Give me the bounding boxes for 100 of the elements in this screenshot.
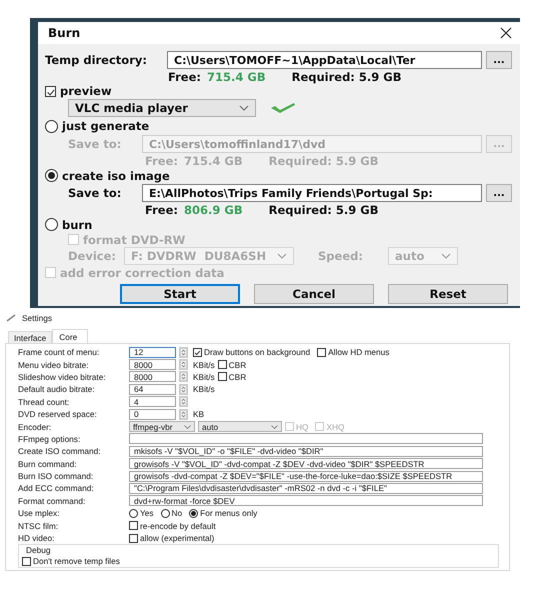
caret-icon <box>271 424 278 429</box>
checkbox[interactable] <box>317 348 326 357</box>
dropdown[interactable]: ffmpeg-vbr <box>129 421 195 432</box>
command-field[interactable]: "C:\Program Files\dvdisaster\dvdisaster" -mRS02 -n dvd -c -i "$FILE" <box>129 482 483 494</box>
group-title: Debug <box>26 545 50 556</box>
spinner-icon[interactable] <box>179 346 188 358</box>
radio-button[interactable] <box>189 508 198 518</box>
checkbox[interactable] <box>193 348 202 357</box>
free-space: 715.4 GB <box>207 70 266 84</box>
setting-label: Thread count: <box>18 396 70 407</box>
caret-icon <box>277 253 287 259</box>
spinner-icon[interactable] <box>179 371 188 382</box>
unit-label: KB <box>193 409 204 420</box>
option-label: For menus only <box>200 508 258 518</box>
option-label: create iso image <box>62 168 170 182</box>
setting-label: Menu video bitrate: <box>18 360 90 370</box>
setting-label: Create ISO command: <box>18 446 102 456</box>
caret-icon <box>441 253 451 259</box>
checkbox-label: Don't remove temp files <box>33 556 120 566</box>
path-field[interactable]: C:\Users\TOMOFF~1\AppData\Local\Ter <box>167 51 482 69</box>
radio-button[interactable] <box>45 169 58 182</box>
required-space: Required: 5.9 GB <box>268 154 378 168</box>
number-field[interactable]: 0 <box>129 408 176 420</box>
browse-button[interactable]: ... <box>486 51 512 69</box>
setting-label: Slideshow video bitrate: <box>18 372 107 382</box>
setting-label: Default audio bitrate: <box>18 384 96 394</box>
speed-label: Speed: <box>318 249 364 263</box>
free-label: Free: <box>145 203 178 217</box>
dialog-button[interactable]: Reset <box>388 284 508 304</box>
setting-label: FFmpeg options: <box>18 434 82 444</box>
checkbox-label: add error correction data <box>60 266 224 280</box>
spinner-icon[interactable] <box>179 384 188 395</box>
setting-label: DVD reserved space: <box>18 409 98 420</box>
spinner-icon[interactable] <box>179 396 188 408</box>
radio-button[interactable] <box>129 508 138 518</box>
option-label: No <box>172 508 182 518</box>
setting-label: Burn ISO command: <box>18 471 94 482</box>
player-dropdown[interactable]: VLC media player <box>68 99 256 117</box>
checkbox-label: XHQ <box>326 422 344 432</box>
temp-directory-label: Temp directory: <box>45 53 148 67</box>
free-space: 806.9 GB <box>184 203 243 217</box>
checkbox[interactable] <box>218 372 227 382</box>
window-title: Settings <box>22 313 52 323</box>
free-label: Free: <box>145 154 178 168</box>
save-to-label: Save to: <box>68 137 122 151</box>
number-field[interactable]: 12 <box>129 346 176 358</box>
setting-label: Use mplex: <box>18 508 60 518</box>
checkbox[interactable] <box>45 86 56 96</box>
command-field[interactable]: growisofs -V "$VOL_ID" -dvd-compat -Z $DEV -dvd-video "$DIR" $SPEEDSTR <box>129 458 483 470</box>
free-label: Free: <box>168 70 201 84</box>
setting-label: NTSC film: <box>18 520 60 531</box>
setting-label: Encoder: <box>18 422 52 432</box>
setting-label: Burn command: <box>18 458 78 469</box>
dialog-button[interactable]: Start <box>120 284 240 304</box>
path-field[interactable]: E:\AllPhotos\Trips Family Friends\Portugal Sp: <box>142 184 482 202</box>
free-space: 715.4 GB <box>184 154 243 168</box>
checkbox-label: allow (experimental) <box>140 533 214 544</box>
setting-label: Add ECC command: <box>18 483 95 494</box>
spinner-icon[interactable] <box>179 408 188 420</box>
number-field[interactable]: 64 <box>129 384 176 395</box>
checkbox-label: HQ <box>296 422 308 432</box>
checkbox-label: preview <box>60 84 112 98</box>
save-to-label: Save to: <box>68 186 122 200</box>
close-icon[interactable] <box>500 27 512 39</box>
required-space: Required: 5.9 GB <box>268 203 378 217</box>
command-field[interactable]: growisofs -dvd-compat -Z $DEV="$FILE" -use-the-force-luke=dao:$SIZE $SPEEDSTR <box>129 470 483 482</box>
checkbox-label: Allow HD menus <box>328 347 390 358</box>
spinner-icon[interactable] <box>179 359 188 370</box>
device-label: Device: <box>68 249 117 263</box>
command-field[interactable] <box>129 433 483 444</box>
window-title: Burn <box>48 26 80 40</box>
number-field[interactable]: 4 <box>129 396 176 408</box>
checkbox[interactable] <box>129 534 138 543</box>
unit-label: KBit/s <box>193 384 215 394</box>
checkbox-label: Draw buttons on background <box>204 347 310 358</box>
checkbox-label: CBR <box>228 360 246 370</box>
pen-icon <box>6 314 16 322</box>
radio-button[interactable] <box>160 508 170 518</box>
dropdown[interactable]: auto <box>198 421 282 432</box>
setting-label: HD video: <box>18 533 56 544</box>
unit-label: KBit/s <box>193 360 215 370</box>
option-label: burn <box>62 218 92 232</box>
required-space: Required: 5.9 GB <box>292 70 402 84</box>
checkbox-label: format DVD-RW <box>83 232 186 246</box>
number-field[interactable]: 8000 <box>129 359 176 370</box>
checkbox[interactable] <box>22 556 31 566</box>
browse-button[interactable]: ... <box>486 184 512 202</box>
checkbox[interactable] <box>129 521 138 530</box>
dialog-button[interactable]: Cancel <box>254 284 374 304</box>
tab[interactable]: Core <box>52 329 88 343</box>
checkbox-label: CBR <box>228 372 246 382</box>
checkbox[interactable] <box>218 360 227 370</box>
tab[interactable]: Interface <box>8 331 52 343</box>
checkbox-label: re-encode by default <box>140 520 216 531</box>
unit-label: KBit/s <box>193 372 215 382</box>
number-field[interactable]: 8000 <box>129 371 176 382</box>
command-field[interactable]: dvd+rw-format -force $DEV <box>129 495 483 506</box>
option-label: just generate <box>62 119 150 133</box>
command-field[interactable]: mkisofs -V "$VOL_ID" -o "$FILE" -dvd-video "$DIR" <box>129 446 483 457</box>
caret-icon <box>239 105 249 111</box>
